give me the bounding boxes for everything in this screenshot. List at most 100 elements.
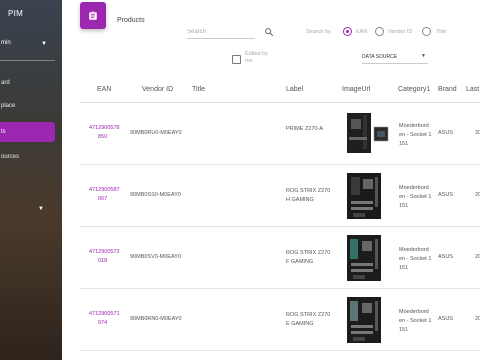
category-line: 151 xyxy=(399,141,409,147)
category-cell: Moederbord en - Socket 1 151 xyxy=(399,246,431,273)
sidebar-item-datasources[interactable]: ources xyxy=(0,147,55,167)
column-header-vendor-id[interactable]: Vendor ID xyxy=(142,86,173,93)
ean-line: 018 xyxy=(98,258,108,264)
label-cell: ROG STRIX Z270 F GAMING xyxy=(286,249,330,267)
last-cell: 20 xyxy=(475,316,480,322)
sidebar: PIM min ▼ ard place ts ources ▼ xyxy=(0,0,62,360)
label-line: ROG STRIX Z270 xyxy=(286,188,331,194)
category-cell: Moederbord en - Socket 1 151 xyxy=(399,184,431,211)
sidebar-item-label: ts xyxy=(1,129,6,135)
category-line: en - Socket 1 xyxy=(399,194,432,200)
search-input[interactable] xyxy=(187,27,255,39)
label-line: H GAMING xyxy=(286,197,314,203)
table-row[interactable]: 4712900571 974 90MB0RN0-M0EAY0 ROG STRIX… xyxy=(80,289,480,351)
user-name: min xyxy=(1,40,11,46)
ean-line: 4712900572 xyxy=(89,249,120,255)
radio-vendor-id[interactable] xyxy=(375,27,384,36)
last-cell: 20 xyxy=(475,192,480,198)
product-image[interactable] xyxy=(341,171,391,221)
column-header-last[interactable]: Last xyxy=(466,86,479,93)
brand-cell: ASUS xyxy=(438,316,453,322)
sidebar-divider xyxy=(0,60,55,61)
ean-cell[interactable]: 4712900572 018 xyxy=(89,248,120,266)
ean-cell[interactable]: 4712900578 850 xyxy=(89,124,120,142)
vendor-id-cell: 90MB0SS0-M0EAY0 xyxy=(130,192,181,198)
data-source-select[interactable]: DATA SOURCE ▼ xyxy=(362,52,428,64)
motherboard-image xyxy=(347,235,381,281)
ean-cell[interactable]: 4712900571 974 xyxy=(89,310,120,328)
ean-cell[interactable]: 4712900587 067 xyxy=(89,186,120,204)
brand-cell: ASUS xyxy=(438,192,453,198)
ean-line: 4712900587 xyxy=(89,187,120,193)
category-cell: Moederbord en - Socket 1 151 xyxy=(399,122,431,149)
data-source-label: DATA SOURCE xyxy=(362,54,398,60)
sidebar-item-label: place xyxy=(1,103,16,109)
category-line: Moederbord xyxy=(399,247,429,253)
category-line: Moederbord xyxy=(399,309,429,315)
clipboard-icon xyxy=(80,2,106,29)
category-line: 151 xyxy=(399,265,409,271)
motherboard-image xyxy=(347,297,381,343)
table-row[interactable]: 4712900587 067 90MB0SS0-M0EAY0 ROG STRIX… xyxy=(80,165,480,227)
column-header-imageurl[interactable]: ImageUrl xyxy=(342,86,370,93)
main-content: Products Search by: EAN Vendor ID Title … xyxy=(62,0,480,360)
column-header-label[interactable]: Label xyxy=(286,86,303,93)
last-cell: 20 xyxy=(475,254,480,260)
sidebar-item-marketplace[interactable]: place xyxy=(0,96,55,116)
column-header-brand[interactable]: Brand xyxy=(438,86,457,93)
category-cell: Moederbord en - Socket 1 151 xyxy=(399,308,431,335)
column-header-title[interactable]: Title xyxy=(192,86,205,93)
product-image[interactable] xyxy=(341,109,391,159)
ean-line: 850 xyxy=(98,134,108,140)
category-line: Moederbord xyxy=(399,185,429,191)
label-cell: ROG STRIX Z270 E GAMING xyxy=(286,311,330,329)
label-cell: ROG STRIX Z270 H GAMING xyxy=(286,187,330,205)
sidebar-item-products[interactable]: ts xyxy=(0,122,55,142)
page-title: Products xyxy=(117,17,145,24)
label-cell: PRIME Z270-A xyxy=(286,125,323,134)
category-line: 151 xyxy=(399,327,409,333)
sidebar-item-label: ources xyxy=(1,154,20,160)
radio-title[interactable] xyxy=(422,27,431,36)
label-line: ROG STRIX Z270 xyxy=(286,250,331,256)
category-line: Moederbord xyxy=(399,123,429,129)
ean-line: 4712900578 xyxy=(89,125,120,131)
sidebar-item-label: ard xyxy=(1,80,10,86)
search-icon[interactable] xyxy=(264,27,274,37)
caret-down-icon[interactable]: ▼ xyxy=(38,206,44,212)
product-image[interactable] xyxy=(341,295,391,345)
app-brand: PIM xyxy=(8,9,24,18)
ean-line: 974 xyxy=(98,320,108,326)
search-by-label: Search by: xyxy=(306,29,333,35)
sidebar-item-dashboard[interactable]: ard xyxy=(0,73,55,93)
brand-cell: ASUS xyxy=(438,130,453,136)
category-line: en - Socket 1 xyxy=(399,256,432,262)
label-line: E GAMING xyxy=(286,321,314,327)
brand-cell: ASUS xyxy=(438,254,453,260)
radio-ean-label: EAN xyxy=(356,29,368,35)
label-line: ROG STRIX Z270 xyxy=(286,312,331,318)
vendor-id-cell: 90MB0RU0-M0EAY0 xyxy=(130,130,182,136)
table-row[interactable]: 4712900578 850 90MB0RU0-M0EAY0 PRIME Z27… xyxy=(80,103,480,165)
caret-down-icon: ▼ xyxy=(421,53,426,59)
user-menu[interactable]: min ▼ xyxy=(0,40,55,47)
motherboard-image xyxy=(347,173,381,219)
motherboard-image xyxy=(347,113,389,153)
column-header-category1[interactable]: Category1 xyxy=(398,86,430,93)
table-row[interactable]: 4712900572 018 90MB0SV0-M0EAY0 ROG STRIX… xyxy=(80,227,480,289)
radio-ean[interactable] xyxy=(343,27,352,36)
ean-line: 067 xyxy=(98,196,108,202)
category-line: en - Socket 1 xyxy=(399,318,432,324)
column-header-ean[interactable]: EAN xyxy=(97,86,111,93)
label-line: F GAMING xyxy=(286,259,314,265)
category-line: 151 xyxy=(399,203,409,209)
radio-title-label: Title xyxy=(436,29,447,35)
vendor-id-cell: 90MB0SV0-M0EAY0 xyxy=(130,254,181,260)
category-line: en - Socket 1 xyxy=(399,132,432,138)
product-image[interactable] xyxy=(341,233,391,283)
edited-by-me-checkbox[interactable] xyxy=(232,55,241,64)
vendor-id-cell: 90MB0RN0-M0EAY0 xyxy=(130,316,182,322)
caret-down-icon: ▼ xyxy=(41,41,47,47)
radio-vendor-id-label: Vendor ID xyxy=(388,29,413,35)
label-line: PRIME Z270-A xyxy=(286,126,323,132)
